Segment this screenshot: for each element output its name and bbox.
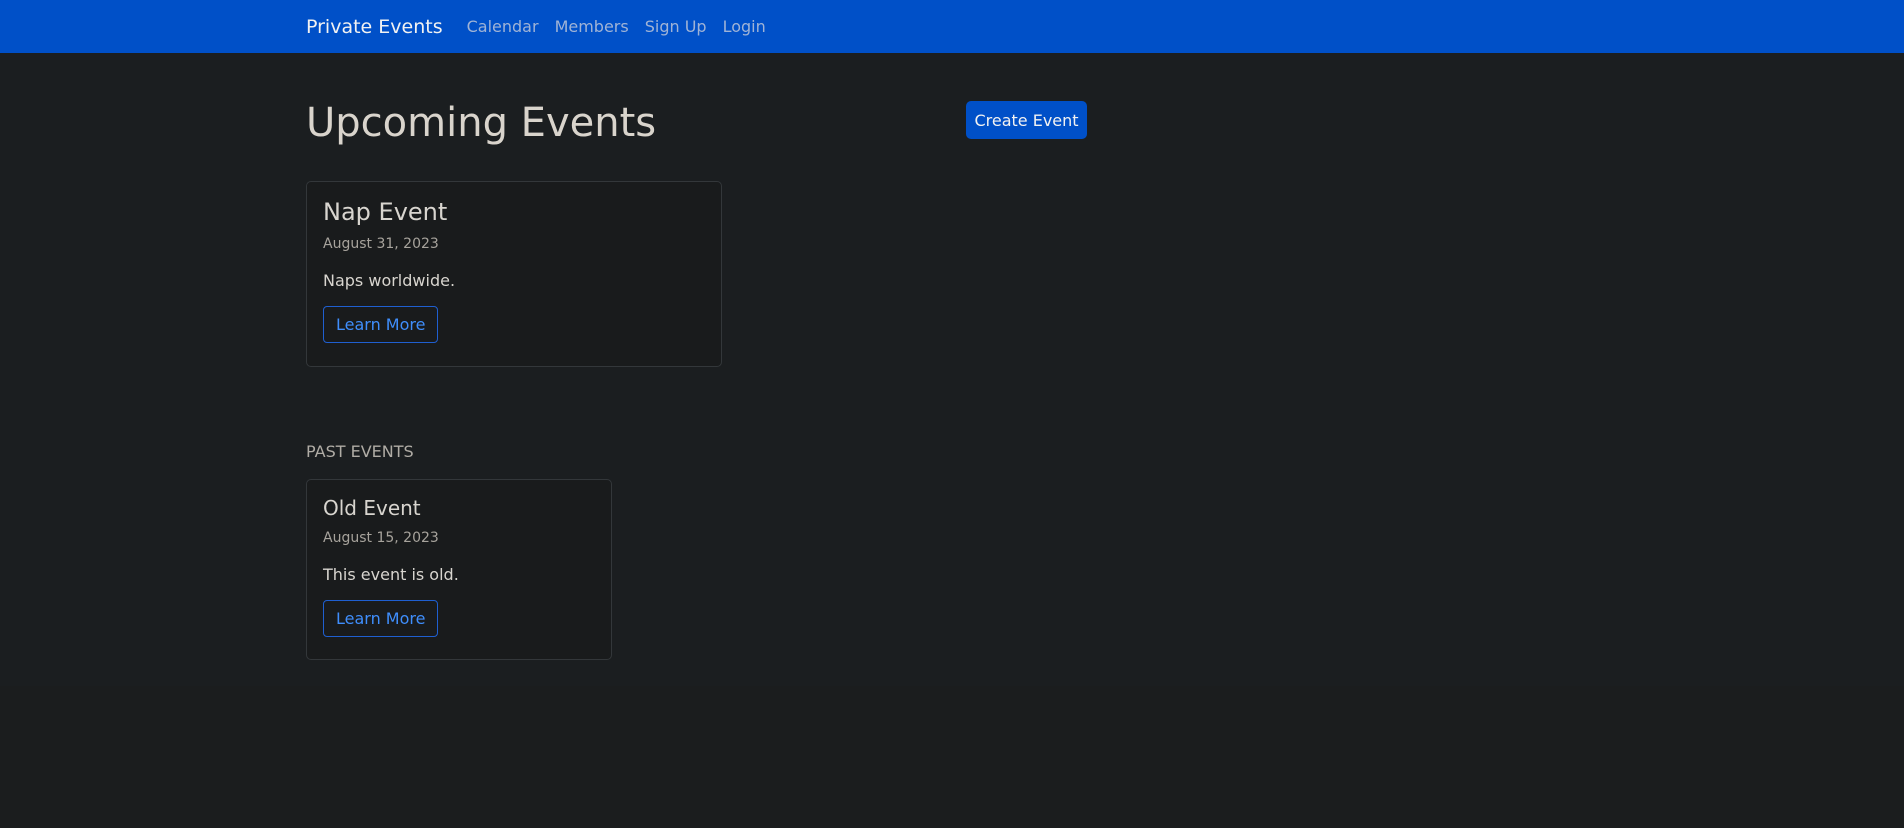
page-title: Upcoming Events bbox=[306, 100, 657, 146]
nav-link-sign-up[interactable]: Sign Up bbox=[645, 17, 707, 36]
event-date: August 31, 2023 bbox=[323, 236, 439, 252]
page-footer-area bbox=[0, 686, 1904, 828]
learn-more-button[interactable]: Learn More bbox=[323, 306, 439, 343]
navbar: Private Events Calendar Members Sign Up … bbox=[0, 0, 1904, 53]
create-event-button[interactable]: Create Event bbox=[966, 101, 1087, 139]
event-description: Naps worldwide. bbox=[323, 271, 456, 290]
event-title: Nap Event bbox=[323, 198, 448, 226]
main-content: Upcoming Events Create Event Nap Event A… bbox=[0, 53, 1904, 686]
event-card-old: Old Event August 15, 2023 This event is … bbox=[306, 479, 612, 660]
brand-link[interactable]: Private Events bbox=[306, 16, 443, 38]
learn-more-button[interactable]: Learn More bbox=[323, 600, 439, 637]
navbar-content: Private Events Calendar Members Sign Up … bbox=[306, 16, 782, 38]
nav-link-members[interactable]: Members bbox=[555, 17, 629, 36]
event-description: This event is old. bbox=[323, 565, 459, 584]
event-card-nap: Nap Event August 31, 2023 Naps worldwide… bbox=[306, 181, 722, 367]
past-events-heading: PAST EVENTS bbox=[306, 442, 414, 461]
event-title: Old Event bbox=[323, 496, 421, 520]
event-date: August 15, 2023 bbox=[323, 530, 439, 546]
nav-link-login[interactable]: Login bbox=[723, 17, 766, 36]
nav-link-calendar[interactable]: Calendar bbox=[467, 17, 539, 36]
